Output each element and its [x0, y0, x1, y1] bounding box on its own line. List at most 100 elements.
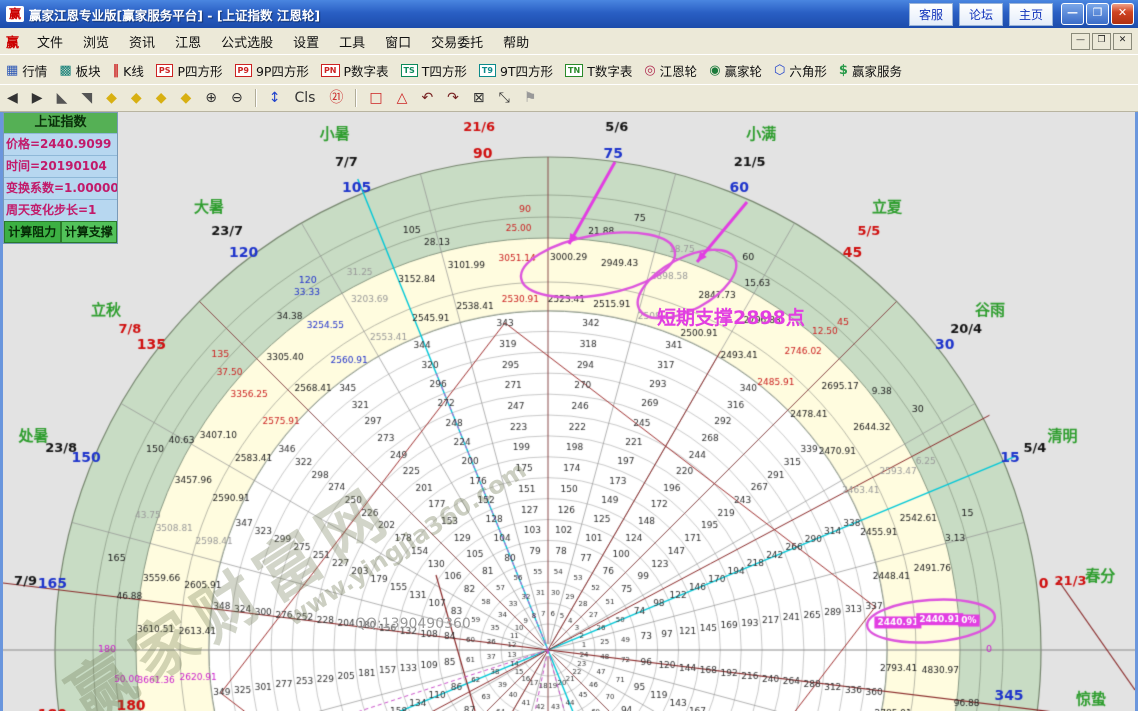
toolbar-item-kline[interactable]: ‖K线	[113, 61, 144, 80]
toolbar-item-p-square[interactable]: PSP四方形	[156, 61, 223, 80]
toolbar-item-winner-service[interactable]: $ 赢家服务	[839, 61, 902, 80]
resize-tool[interactable]: ⤡	[499, 87, 510, 109]
toolbar-item-gann-wheel[interactable]: ◎ 江恩轮	[644, 61, 697, 80]
toolbar-item-label: 行情	[22, 61, 47, 80]
toolbar-item-label: 江恩轮	[660, 61, 698, 80]
toolbar-item-label: 赢家服务	[852, 61, 902, 80]
toolbar-item-hexagon[interactable]: ⬡ 六角形	[774, 61, 827, 80]
quick-button-1[interactable]: 论坛	[959, 3, 1003, 26]
mdi-restore-button[interactable]: ❐	[1092, 33, 1111, 50]
zoom-out[interactable]: ⊖	[231, 87, 243, 109]
step-value: 周天变化步长=1	[4, 199, 117, 221]
pan-up[interactable]: ◆	[156, 87, 167, 109]
toolbar-item-winner-wheel[interactable]: ◉ 赢家轮	[709, 61, 762, 80]
t-square-icon: TS	[401, 64, 418, 77]
toolbar-item-label: P四方形	[177, 61, 222, 80]
quick-button-0[interactable]: 客服	[909, 3, 953, 26]
toolbar-item-label: 板块	[76, 61, 101, 80]
updown-tool[interactable]: ↕	[269, 87, 281, 109]
toolbar-separator	[255, 89, 257, 107]
quick-button-2[interactable]: 主页	[1009, 3, 1053, 26]
nav-back[interactable]: ◀	[7, 87, 18, 109]
chart-area: 赢家财富网 www.yingjia360.com QQ:1390490360 短…	[3, 110, 1135, 711]
pan-left[interactable]: ◆	[106, 87, 117, 109]
mdi-minimize-button[interactable]: —	[1071, 33, 1090, 50]
rotate-ccw[interactable]: ↶	[421, 87, 433, 109]
rotate-cw[interactable]: ↷	[447, 87, 459, 109]
toolbar-item-p-table[interactable]: PN P数字表	[321, 61, 389, 80]
nav-forward[interactable]: ▶	[32, 87, 43, 109]
toolbar-item-market[interactable]: ▦ 行情	[6, 61, 47, 80]
toolbar-item-label: K线	[123, 61, 144, 80]
menu-item-settings[interactable]: 设置	[283, 29, 329, 54]
main-toolbar: ▦ 行情 ▩ 板块 ‖K线 PSP四方形 P9 9P四方形 PN P数字表 TS T四方形 T9 9T四方…	[0, 54, 1138, 86]
quick-buttons: 客服论坛主页	[909, 3, 1059, 26]
mdi-controls: —❐✕	[1069, 33, 1132, 50]
pin-tool[interactable]: ⚑	[524, 87, 537, 109]
winner-wheel-icon: ◉	[709, 63, 720, 78]
9p-square-icon: P9	[235, 64, 252, 77]
menu-bar: 赢 文件浏览资讯江恩公式选股设置工具窗口交易委托帮助 —❐✕	[0, 28, 1138, 55]
menu-item-gann[interactable]: 江恩	[165, 29, 211, 54]
zoom-in[interactable]: ⊕	[205, 87, 217, 109]
calendar-icon[interactable]: ㉑	[329, 87, 343, 109]
menu-item-stock-pick[interactable]: 公式选股	[211, 29, 283, 54]
menu-item-file[interactable]: 文件	[27, 29, 73, 54]
cls-button[interactable]: Cls	[294, 87, 315, 109]
menu-item-info[interactable]: 资讯	[119, 29, 165, 54]
minimize-button[interactable]: —	[1061, 3, 1084, 25]
window-title: 赢家江恩专业版[赢家服务平台] - [上证指数 江恩轮]	[29, 5, 909, 24]
calc-support-button[interactable]: 计算支撑	[61, 221, 118, 243]
triangle-tool[interactable]: △	[397, 87, 408, 109]
toolbar-item-label: P数字表	[344, 61, 389, 80]
arrow-down-tool[interactable]: ◥	[81, 87, 92, 109]
title-bar[interactable]: 赢 赢家江恩专业版[赢家服务平台] - [上证指数 江恩轮] 客服论坛主页 — …	[0, 0, 1138, 28]
gann-wheel-canvas[interactable]	[3, 110, 1135, 711]
maximize-button[interactable]: ❐	[1086, 3, 1109, 25]
toolbar-item-label: T四方形	[422, 61, 467, 80]
drawing-toolbar: ◀ ▶ ◣ ◥ ◆ ◆ ◆ ◆ ⊕ ⊖ ↕ Cls ㉑ □ △ ↶ ↷ ⊠ ⤡ ⚑	[0, 84, 1138, 112]
menu-item-tools[interactable]: 工具	[329, 29, 375, 54]
app-logo-icon: 赢	[6, 32, 19, 51]
kline-icon: ‖	[113, 63, 120, 78]
mdi-close-button[interactable]: ✕	[1113, 33, 1132, 50]
menu-item-window[interactable]: 窗口	[375, 29, 421, 54]
panel-title: 上证指数	[4, 113, 117, 133]
arrow-up-tool[interactable]: ◣	[57, 87, 68, 109]
app-icon: 赢	[6, 6, 24, 22]
winner-service-icon: $	[839, 63, 848, 78]
gann-wheel-icon: ◎	[644, 63, 655, 78]
menu-item-browse[interactable]: 浏览	[73, 29, 119, 54]
rect-tool[interactable]: □	[369, 87, 382, 109]
date-value: 时间=20190104	[4, 155, 117, 177]
menu-items: 文件浏览资讯江恩公式选股设置工具窗口交易委托帮助	[27, 29, 539, 54]
toolbar-item-t-table[interactable]: TNT数字表	[565, 61, 632, 80]
toolbar-item-label: 9T四方形	[500, 61, 553, 80]
toolbar-separator	[355, 89, 357, 107]
toolbar-item-label: 9P四方形	[256, 61, 309, 80]
toolbar-item-label: 六角形	[789, 61, 827, 80]
info-panel: 上证指数 价格=2440.9099 时间=20190104 变换系数=1.000…	[3, 112, 118, 244]
toolbar-item-9t-square[interactable]: T9 9T四方形	[479, 61, 553, 80]
coefficient-value: 变换系数=1.00000	[4, 177, 117, 199]
market-icon: ▦	[6, 63, 18, 78]
p-table-icon: PN	[321, 64, 340, 77]
toolbar-item-label: 赢家轮	[725, 61, 763, 80]
calc-resistance-button[interactable]: 计算阻力	[4, 221, 61, 243]
menu-item-trade[interactable]: 交易委托	[421, 29, 493, 54]
close-button[interactable]: ✕	[1111, 3, 1134, 25]
pan-down[interactable]: ◆	[180, 87, 191, 109]
sectors-icon: ▩	[59, 63, 71, 78]
toolbar-item-t-square[interactable]: TS T四方形	[401, 61, 467, 80]
application-window: 赢 赢家江恩专业版[赢家服务平台] - [上证指数 江恩轮] 客服论坛主页 — …	[0, 0, 1138, 711]
delete-tool[interactable]: ⊠	[473, 87, 485, 109]
hexagon-icon: ⬡	[774, 63, 785, 78]
p-square-icon: PS	[156, 64, 174, 77]
toolbar-item-sectors[interactable]: ▩ 板块	[59, 61, 100, 80]
menu-item-help[interactable]: 帮助	[493, 29, 539, 54]
pan-right[interactable]: ◆	[131, 87, 142, 109]
9t-square-icon: T9	[479, 64, 496, 77]
panel-buttons: 计算阻力 计算支撑	[4, 221, 117, 243]
t-table-icon: TN	[565, 64, 583, 77]
toolbar-item-9p-square[interactable]: P9 9P四方形	[235, 61, 309, 80]
